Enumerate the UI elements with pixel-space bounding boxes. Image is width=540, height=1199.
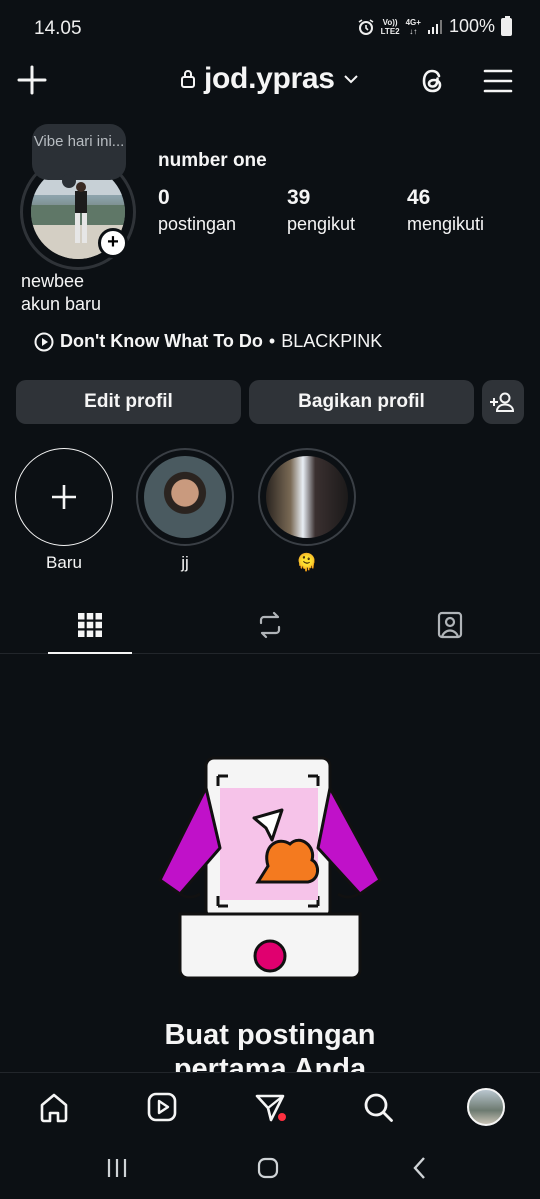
highlight-label: 🫠 (296, 553, 318, 572)
grid-icon (78, 613, 102, 637)
add-story-icon[interactable]: + (98, 228, 128, 258)
note-bubble[interactable]: Vibe hari ini... (32, 124, 126, 188)
back-icon[interactable] (410, 1156, 430, 1180)
stat-value: 46 (407, 186, 431, 209)
share-profile-button[interactable]: Bagikan profil (249, 380, 474, 424)
profile-header: jod.ypras (0, 58, 540, 104)
signal-icon (427, 19, 442, 34)
add-person-icon (490, 392, 515, 412)
profile-music[interactable]: Don't Know What To Do • BLACKPINK (34, 331, 382, 352)
search-icon (364, 1093, 393, 1122)
discover-people-button[interactable] (482, 380, 524, 424)
highlight-label: Baru (46, 553, 82, 572)
stat-label: pengikut (287, 214, 356, 234)
camera-illustration (158, 756, 382, 980)
highlight-new[interactable]: Baru (14, 448, 114, 573)
bio-line: akun baru (21, 294, 102, 314)
highlight-jj[interactable]: jj (135, 448, 235, 573)
highlight-label: jj (181, 553, 189, 572)
nav-profile[interactable] (466, 1087, 506, 1127)
reels-repost-icon (259, 611, 281, 639)
highlight-ring (136, 448, 234, 546)
status-time: 14.05 (34, 18, 82, 39)
display-name: number one (158, 150, 267, 171)
highlight-ring (15, 448, 113, 546)
menu-icon[interactable] (482, 66, 514, 96)
stat-value: 39 (287, 186, 311, 209)
tab-posts-grid[interactable] (48, 596, 132, 654)
account-switcher[interactable]: jod.ypras (180, 62, 359, 96)
notification-dot (278, 1113, 286, 1121)
lock-icon (181, 70, 195, 88)
alarm-icon (358, 18, 374, 35)
network-indicator: Vo)) LTE2 (380, 17, 400, 36)
battery-percent: 100% (448, 16, 495, 36)
edit-profile-button[interactable]: Edit profil (16, 380, 241, 424)
bio: newbee akun baru (21, 270, 101, 316)
stat-following[interactable]: 46 mengikuti (407, 186, 484, 235)
battery-icon (501, 15, 512, 36)
bio-line: newbee (21, 271, 85, 291)
status-bar: 14.05 Vo)) LTE2 4G+ ↓↑ 100% (0, 0, 540, 58)
system-navigation-bar (0, 1140, 540, 1199)
stat-posts[interactable]: 0 postingan (158, 186, 236, 235)
highlight-emoji[interactable]: 🫠 (257, 448, 357, 573)
username: jod.ypras (204, 62, 335, 95)
music-separator: • (268, 331, 276, 351)
stat-followers[interactable]: 39 pengikut (287, 186, 355, 235)
chevron-down-icon (343, 75, 358, 84)
empty-title-line: Buat postingan (164, 1019, 376, 1051)
tab-reposts[interactable] (228, 596, 312, 654)
home-button-icon[interactable] (256, 1156, 280, 1180)
tab-tagged[interactable] (408, 596, 492, 654)
plus-icon (52, 485, 76, 509)
stat-label: postingan (158, 214, 237, 234)
tagged-icon (437, 611, 463, 639)
nav-search[interactable] (358, 1087, 398, 1127)
song-artist: BLACKPINK (281, 331, 383, 351)
nav-home[interactable] (34, 1087, 74, 1127)
profile-tabs (0, 596, 540, 654)
data-indicator: 4G+ ↓↑ (405, 17, 421, 36)
home-icon (40, 1093, 68, 1123)
profile-avatar-small (467, 1088, 505, 1126)
song-title: Don't Know What To Do (60, 331, 263, 351)
nav-direct[interactable] (250, 1087, 290, 1127)
status-icons: Vo)) LTE2 4G+ ↓↑ 100% (357, 15, 512, 37)
stat-value: 0 (158, 186, 170, 209)
highlight-cover (266, 456, 348, 538)
stat-label: mengikuti (407, 214, 485, 234)
threads-icon[interactable] (416, 64, 450, 98)
play-icon (34, 332, 54, 351)
reels-icon (147, 1092, 177, 1122)
bottom-navigation (0, 1072, 540, 1140)
highlight-cover (144, 456, 226, 538)
highlight-ring (258, 448, 356, 546)
nav-reels[interactable] (142, 1087, 182, 1127)
recent-apps-icon[interactable] (106, 1156, 128, 1180)
plus-icon[interactable] (16, 64, 48, 96)
